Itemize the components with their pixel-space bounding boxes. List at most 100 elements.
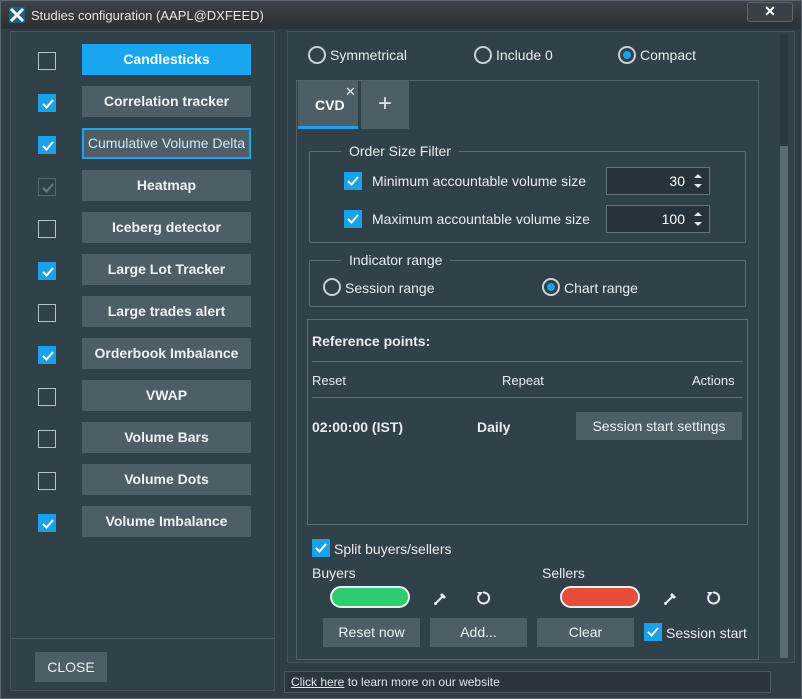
reset-color-icon[interactable] [704, 589, 722, 607]
min-volume-stepper[interactable]: 30 [606, 167, 710, 195]
min-volume-label: Minimum accountable volume size [372, 173, 586, 189]
compact-radio[interactable] [618, 46, 636, 64]
sellers-label: Sellers [542, 565, 585, 581]
study-row: Volume Dots [11, 464, 274, 506]
buyers-color-swatch[interactable] [330, 586, 410, 608]
study-checkbox[interactable] [38, 304, 56, 322]
study-checkbox[interactable] [38, 472, 56, 490]
tab-close-icon[interactable]: ✕ [345, 84, 356, 100]
app-logo-icon [9, 7, 25, 23]
min-volume-checkbox[interactable] [344, 172, 362, 190]
learn-more-link[interactable]: Click here [291, 675, 344, 689]
spin-arrows-icon[interactable] [691, 170, 705, 192]
check-icon [42, 351, 54, 361]
buyers-label: Buyers [312, 565, 356, 581]
chart-range-label: Chart range [564, 280, 638, 296]
study-button[interactable]: Volume Bars [82, 422, 251, 453]
study-checkbox[interactable] [38, 514, 56, 532]
study-button[interactable]: Large trades alert [82, 296, 251, 327]
study-checkbox[interactable] [38, 346, 56, 364]
settings-scrollbar-thumb[interactable] [780, 146, 788, 658]
study-button[interactable]: Large Lot Tracker [82, 254, 251, 285]
footer-rest-text: to learn more on our website [344, 675, 500, 689]
tab-cvd-label: CVD [315, 97, 345, 113]
study-row: Heatmap [11, 170, 274, 212]
ref-row-repeat: Daily [477, 419, 511, 435]
eyedropper-icon[interactable] [432, 589, 450, 607]
study-row: VWAP [11, 380, 274, 422]
session-start-settings-button[interactable]: Session start settings [576, 412, 742, 440]
study-button[interactable]: Volume Imbalance [82, 506, 251, 537]
study-checkbox[interactable] [38, 388, 56, 406]
check-icon [42, 267, 54, 277]
window-close-button[interactable]: ✕ [747, 2, 793, 22]
check-icon [42, 183, 54, 193]
study-row: Orderbook Imbalance [11, 338, 274, 380]
include0-radio[interactable] [474, 46, 492, 64]
max-volume-value[interactable]: 100 [662, 211, 685, 227]
study-button[interactable]: Candlesticks [82, 44, 251, 75]
compact-label: Compact [640, 47, 697, 63]
col-actions-header: Actions [692, 373, 735, 388]
spin-arrows-icon[interactable] [691, 208, 705, 230]
study-row: Large Lot Tracker [11, 254, 274, 296]
study-row: Cumulative Volume Delta [11, 128, 274, 170]
max-volume-checkbox[interactable] [344, 210, 362, 228]
study-button[interactable]: Correlation tracker [82, 86, 251, 117]
tab-active-indicator [298, 126, 358, 129]
add-tab-button[interactable]: + [361, 81, 409, 129]
study-row: Volume Imbalance [11, 506, 274, 548]
study-button[interactable]: Orderbook Imbalance [82, 338, 251, 369]
add-button[interactable]: Add... [430, 618, 527, 647]
check-icon [347, 176, 359, 186]
divider [11, 638, 274, 639]
session-start-label: Session start [666, 625, 747, 641]
session-start-checkbox[interactable] [644, 623, 662, 641]
chart-range-radio[interactable] [542, 278, 560, 296]
study-checkbox [38, 178, 56, 196]
order-size-filter-title: Order Size Filter [341, 143, 459, 159]
study-button[interactable]: Iceberg detector [82, 212, 251, 243]
check-icon [647, 627, 659, 637]
session-range-radio[interactable] [323, 278, 341, 296]
reset-color-icon[interactable] [474, 589, 492, 607]
symmetrical-radio[interactable] [308, 46, 326, 64]
min-volume-value[interactable]: 30 [669, 173, 685, 189]
check-icon [42, 141, 54, 151]
study-button[interactable]: Cumulative Volume Delta [82, 128, 251, 159]
divider [312, 361, 743, 362]
reset-now-button[interactable]: Reset now [323, 618, 420, 647]
col-reset-header: Reset [312, 373, 346, 388]
eyedropper-icon[interactable] [662, 589, 680, 607]
study-checkbox[interactable] [38, 136, 56, 154]
study-checkbox[interactable] [38, 262, 56, 280]
check-icon [42, 99, 54, 109]
study-checkbox[interactable] [38, 430, 56, 448]
study-checkbox[interactable] [38, 94, 56, 112]
clear-button[interactable]: Clear [537, 618, 634, 647]
study-row: Candlesticks [11, 44, 274, 86]
divider [312, 397, 743, 398]
study-button[interactable]: VWAP [82, 380, 251, 411]
study-button[interactable]: Volume Dots [82, 464, 251, 495]
studies-list-panel: Candlesticks Correlation tracker Cumulativ… [10, 31, 275, 691]
title-bar[interactable]: Studies configuration (AAPL@DXFEED) ✕ [1, 1, 801, 29]
indicator-range-title: Indicator range [341, 252, 451, 268]
study-checkbox[interactable] [38, 52, 56, 70]
split-buyers-sellers-checkbox[interactable] [312, 539, 330, 557]
window-title: Studies configuration (AAPL@DXFEED) [31, 8, 264, 23]
ref-row-time: 02:00:00 (IST) [312, 419, 404, 435]
check-icon [42, 519, 54, 529]
max-volume-stepper[interactable]: 100 [606, 205, 710, 233]
check-icon [315, 543, 327, 553]
study-row: Volume Bars [11, 422, 274, 464]
study-row: Iceberg detector [11, 212, 274, 254]
footer-bar: Click here to learn more on our website [284, 671, 771, 693]
sellers-color-swatch[interactable] [560, 586, 640, 608]
symmetrical-label: Symmetrical [330, 47, 408, 63]
study-button[interactable]: Heatmap [82, 170, 251, 201]
study-checkbox[interactable] [38, 220, 56, 238]
check-icon [347, 214, 359, 224]
reference-points-title: Reference points: [312, 333, 431, 349]
close-button[interactable]: CLOSE [35, 652, 107, 682]
